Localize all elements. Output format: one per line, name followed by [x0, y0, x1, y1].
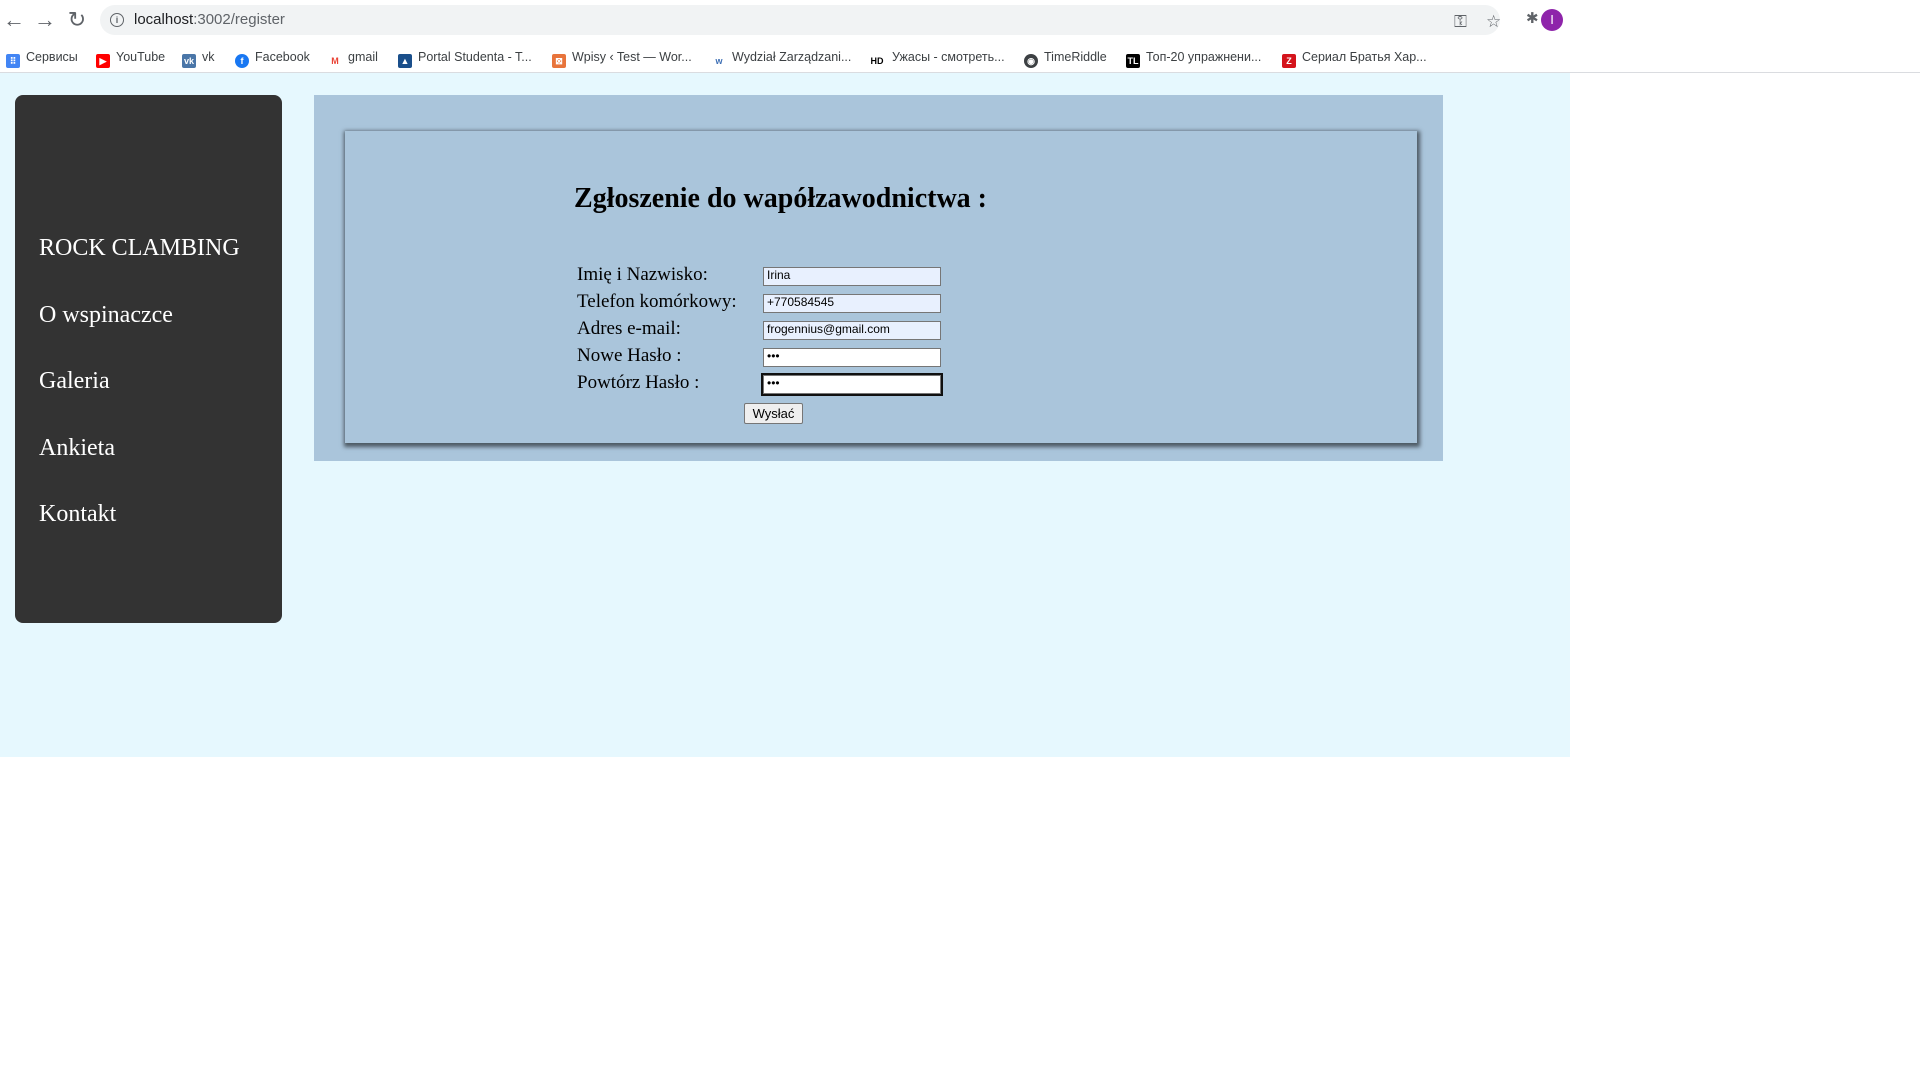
sidebar-item-rock-clambing[interactable]: ROCK CLAMBING — [39, 235, 240, 262]
repeat-password-input[interactable]: ••• — [761, 373, 943, 396]
sidebar-item-ankieta[interactable]: Ankieta — [39, 435, 115, 462]
phone-label: Telefon komórkowy: — [577, 291, 737, 312]
address-bar[interactable]: i localhost:3002/register ⚿ ☆ — [100, 5, 1501, 35]
bookmark-timeriddle[interactable]: ◉ TimeRiddle — [1024, 49, 1107, 68]
bookmark-label: YouTube — [116, 50, 166, 64]
profile-avatar[interactable]: I — [1541, 9, 1563, 31]
sidebar-item-kontakt[interactable]: Kontakt — [39, 501, 116, 528]
apps-grid-icon: ⠿ — [6, 54, 20, 68]
url-path: :3002/register — [193, 11, 285, 28]
forward-arrow-icon[interactable]: → — [32, 7, 58, 33]
browser-toolbar: ← → ↻ i localhost:3002/register ⚿ ☆ ✱ I — [0, 0, 1920, 40]
bookmark-label: Топ-20 упражнени... — [1146, 50, 1262, 64]
facebook-icon: f — [235, 54, 249, 68]
bookmark-gmail[interactable]: Mgmail — [328, 49, 378, 68]
wordpress-icon: ⊠ — [552, 54, 566, 68]
sidebar: ROCK CLAMBING O wspinaczce Galeria Ankie… — [15, 95, 282, 623]
email-input[interactable]: frogennius@gmail.com — [763, 321, 941, 340]
bookmark-label: Wydział Zarządzani... — [732, 50, 852, 64]
youtube-icon: ▶ — [96, 54, 110, 68]
name-label: Imię i Nazwisko: — [577, 264, 708, 285]
submit-button[interactable]: Wysłać — [744, 403, 803, 424]
bookmark-facebook[interactable]: f Facebook — [235, 49, 310, 68]
back-arrow-icon[interactable]: ← — [1, 7, 27, 33]
bookmarks-bar: ⠿ Сервисы ▶ YouTube vk vk f Facebook Mgmail … — [0, 40, 1920, 73]
sidebar-item-o-wspinaczce[interactable]: O wspinaczce — [39, 302, 173, 329]
email-label: Adres e-mail: — [577, 318, 681, 339]
repeat-password-label: Powtórz Hasło : — [577, 372, 700, 393]
bookmark-label: Ужасы - смотреть... — [892, 50, 1005, 64]
tl-icon: TL — [1126, 54, 1140, 68]
bookmark-wydzial[interactable]: w Wydział Zarządzani... — [712, 49, 852, 68]
globe-icon: ◉ — [1024, 54, 1038, 68]
phone-input[interactable]: +770584545 — [763, 294, 941, 313]
reload-icon[interactable]: ↻ — [64, 7, 90, 33]
registration-form: Zgłoszenie do wapółzawodnictwa : Imię i … — [345, 131, 1417, 443]
key-icon[interactable]: ⚿ — [1454, 12, 1467, 32]
vk-icon: vk — [182, 54, 196, 68]
extensions-puzzle-icon[interactable]: ✱ — [1526, 9, 1539, 27]
name-input[interactable]: Irina — [763, 267, 941, 286]
bookmark-portal-studenta[interactable]: ▲ Portal Studenta - T... — [398, 49, 532, 68]
new-password-label: Nowe Hasło : — [577, 345, 682, 366]
z-icon: Z — [1282, 54, 1296, 68]
bookmark-top20[interactable]: TL Топ-20 упражнени... — [1126, 49, 1262, 68]
bookmark-label: gmail — [348, 50, 378, 64]
page-viewport: ROCK CLAMBING O wspinaczce Galeria Ankie… — [0, 73, 1570, 757]
hd-icon: HD — [868, 54, 886, 68]
bookmark-label: vk — [202, 50, 215, 64]
bookmark-label: Portal Studenta - T... — [418, 50, 532, 64]
url-text[interactable]: localhost:3002/register — [134, 11, 285, 28]
bookmark-label: TimeRiddle — [1044, 50, 1107, 64]
url-host: localhost — [134, 11, 194, 28]
sidebar-item-galeria[interactable]: Galeria — [39, 368, 110, 395]
bookmark-vk[interactable]: vk vk — [182, 49, 215, 68]
bookmark-horror[interactable]: HD Ужасы - смотреть... — [868, 49, 1005, 68]
bookmark-label: Сериал Братья Хар... — [1302, 50, 1427, 64]
new-password-input[interactable]: ••• — [763, 348, 941, 367]
bookmark-label: Wpisy ‹ Test — Wor... — [572, 50, 692, 64]
portal-icon: ▲ — [398, 54, 412, 68]
gmail-icon: M — [328, 54, 342, 68]
university-icon: w — [712, 54, 726, 68]
bookmark-wpisy[interactable]: ⊠ Wpisy ‹ Test — Wor... — [552, 49, 692, 68]
bookmark-label: Сервисы — [26, 50, 78, 64]
bookmark-youtube[interactable]: ▶ YouTube — [96, 49, 166, 68]
bookmark-services[interactable]: ⠿ Сервисы — [6, 49, 78, 68]
content-panel: Zgłoszenie do wapółzawodnictwa : Imię i … — [314, 95, 1443, 461]
bookmark-label: Facebook — [255, 50, 310, 64]
star-icon[interactable]: ☆ — [1486, 12, 1501, 32]
bookmark-serial[interactable]: Z Сериал Братья Хар... — [1282, 49, 1427, 68]
site-info-icon[interactable]: i — [110, 13, 124, 27]
form-title: Zgłoszenie do wapółzawodnictwa : — [574, 183, 987, 214]
